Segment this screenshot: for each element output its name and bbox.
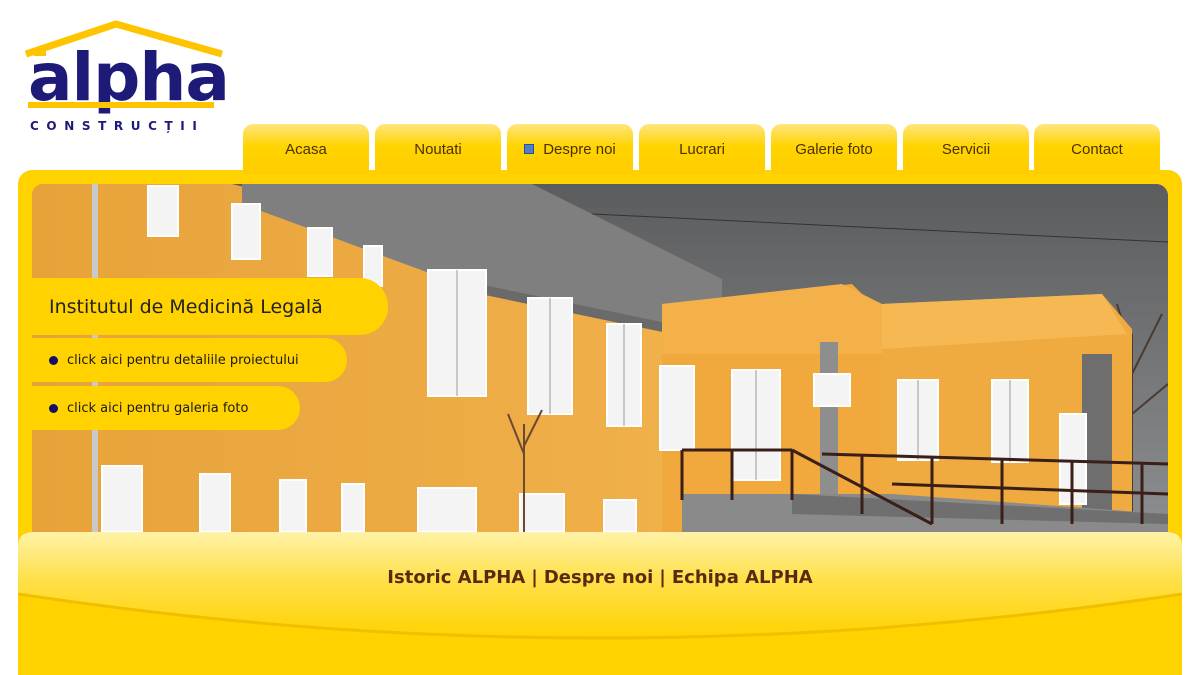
tab-label: Despre noi <box>543 140 616 158</box>
project-details-link[interactable]: click aici pentru detaliile proiectului <box>32 338 347 382</box>
tab-label: Lucrari <box>679 140 725 158</box>
bottom-panel <box>18 532 1182 675</box>
bullet-dot-icon <box>49 355 58 365</box>
link-echipa-alpha[interactable]: Echipa ALPHA <box>672 567 813 588</box>
tab-despre-noi[interactable]: Despre noi <box>507 124 633 174</box>
tab-noutati[interactable]: Noutati <box>375 124 501 174</box>
tab-label: Noutati <box>414 140 462 158</box>
tab-servicii[interactable]: Servicii <box>903 124 1029 174</box>
separator: | <box>531 567 538 588</box>
project-gallery-link-text: click aici pentru galeria foto <box>67 400 249 416</box>
tab-galerie-foto[interactable]: Galerie foto <box>771 124 897 174</box>
bullet-dot-icon <box>49 403 58 413</box>
project-gallery-link[interactable]: click aici pentru galeria foto <box>32 386 300 430</box>
alpha-logo[interactable]: alpha CONSTRUCȚII <box>24 18 230 143</box>
tab-label: Galerie foto <box>795 140 873 158</box>
separator: | <box>659 567 666 588</box>
tab-label: Contact <box>1071 140 1123 158</box>
tab-label: Servicii <box>941 140 991 158</box>
tab-contact[interactable]: Contact <box>1034 124 1160 174</box>
active-square-icon <box>524 144 535 154</box>
tab-acasa[interactable]: Acasa <box>243 124 369 174</box>
footer-links: Istoric ALPHA | Despre noi | Echipa ALPHA <box>0 567 1200 588</box>
project-title: Institutul de Medicină Legală <box>49 295 323 318</box>
tab-label: Acasa <box>285 140 327 158</box>
link-despre-noi[interactable]: Despre noi <box>544 567 653 588</box>
project-title-banner: Institutul de Medicină Legală <box>32 278 388 335</box>
bottom-wave <box>18 532 1182 640</box>
tab-lucrari[interactable]: Lucrari <box>639 124 765 174</box>
link-istoric-alpha[interactable]: Istoric ALPHA <box>387 567 525 588</box>
logo-subtitle: CONSTRUCȚII <box>30 119 205 133</box>
project-details-link-text: click aici pentru detaliile proiectului <box>67 352 299 368</box>
